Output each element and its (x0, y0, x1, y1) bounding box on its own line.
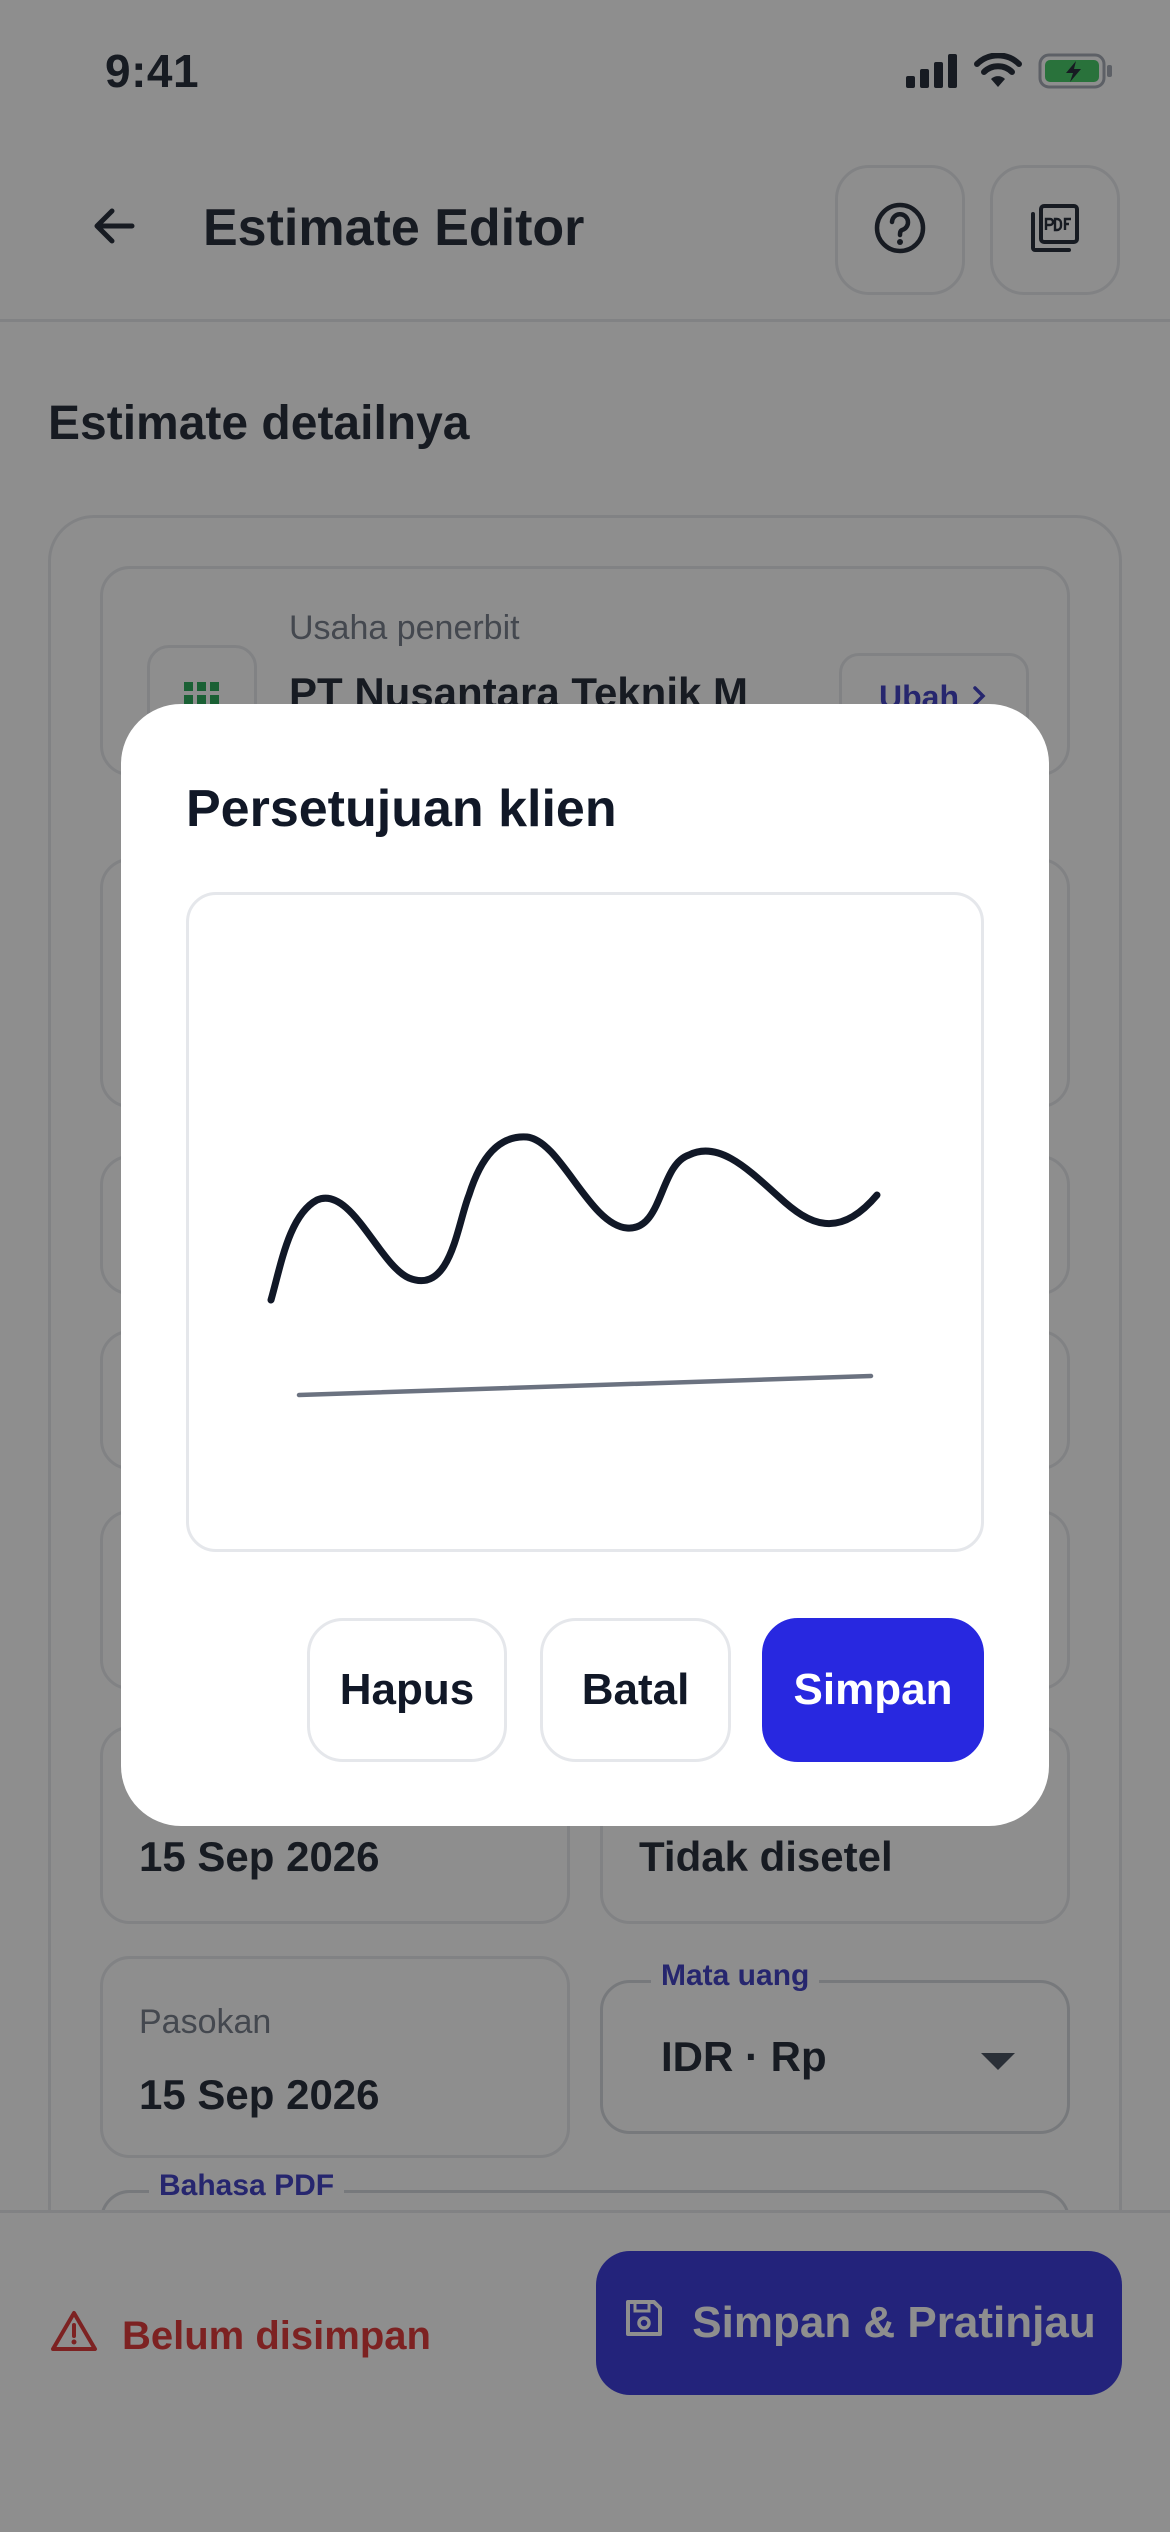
signature-dialog: Persetujuan klien Hapus Batal Simpan (121, 704, 1049, 1826)
signature-pad[interactable] (186, 892, 984, 1552)
signature-drawing (267, 1133, 881, 1398)
dialog-title: Persetujuan klien (186, 780, 617, 838)
save-button[interactable]: Simpan (762, 1618, 984, 1762)
cancel-button[interactable]: Batal (540, 1618, 731, 1762)
clear-button[interactable]: Hapus (307, 1618, 507, 1762)
